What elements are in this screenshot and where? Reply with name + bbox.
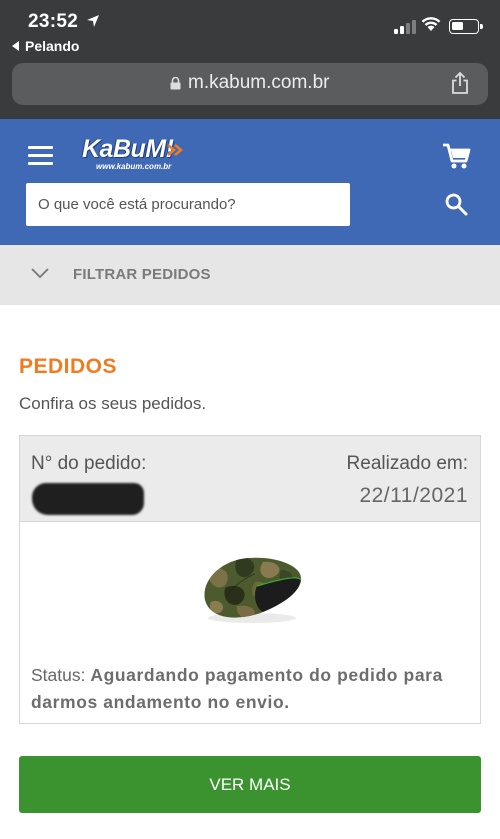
status-text: Aguardando pagamento do pedido para darm… <box>31 665 443 712</box>
camo-mouse-image[interactable] <box>197 552 307 626</box>
status-label: Status: <box>31 665 86 685</box>
search-icon[interactable] <box>444 192 468 216</box>
order-status: Status: Aguardando pagamento do pedido p… <box>31 662 471 716</box>
cellular-signal-icon <box>394 20 416 34</box>
lock-icon <box>170 77 181 90</box>
order-number-redacted <box>32 483 144 515</box>
share-icon[interactable] <box>450 71 470 95</box>
kabum-logo[interactable]: KaBuM! www.kabum.com.br <box>78 135 184 175</box>
wifi-icon <box>421 17 441 31</box>
filter-orders-toggle[interactable]: FILTRAR PEDIDOS <box>0 245 500 305</box>
page-title: PEDIDOS <box>19 355 118 378</box>
ver-mais-button[interactable]: VER MAIS <box>19 756 481 813</box>
back-app-label: Pelando <box>25 38 80 54</box>
chevron-down-icon <box>31 268 49 279</box>
cart-icon[interactable] <box>441 142 471 170</box>
back-to-app-link[interactable]: Pelando <box>12 38 79 54</box>
logo-wordmark: KaBuM! <box>82 135 174 163</box>
address-bar[interactable]: m.kabum.com.br <box>12 63 488 105</box>
order-card-header: N° do pedido: Realizado em: 22/11/2021 <box>20 436 480 522</box>
filter-label: FILTRAR PEDIDOS <box>73 266 211 283</box>
order-date: 22/11/2021 <box>359 484 468 507</box>
browser-chrome: 23:52 Pelando m.kabum.com.br <box>0 0 500 119</box>
site-header: KaBuM! www.kabum.com.br <box>0 119 500 245</box>
menu-icon[interactable] <box>28 146 53 166</box>
page-subtitle: Confira os seus pedidos. <box>19 394 207 413</box>
logo-arrows-icon <box>167 144 183 156</box>
location-arrow-icon <box>87 15 99 27</box>
url-text: m.kabum.com.br <box>188 72 330 93</box>
order-card[interactable]: N° do pedido: Realizado em: 22/11/2021 S… <box>19 435 481 724</box>
back-triangle-icon <box>12 41 19 51</box>
logo-url: www.kabum.com.br <box>96 162 172 171</box>
search-input[interactable] <box>26 183 350 226</box>
order-number-label: N° do pedido: <box>31 453 147 474</box>
battery-icon <box>449 19 483 34</box>
order-date-label: Realizado em: <box>346 453 468 474</box>
status-time: 23:52 <box>28 11 79 32</box>
